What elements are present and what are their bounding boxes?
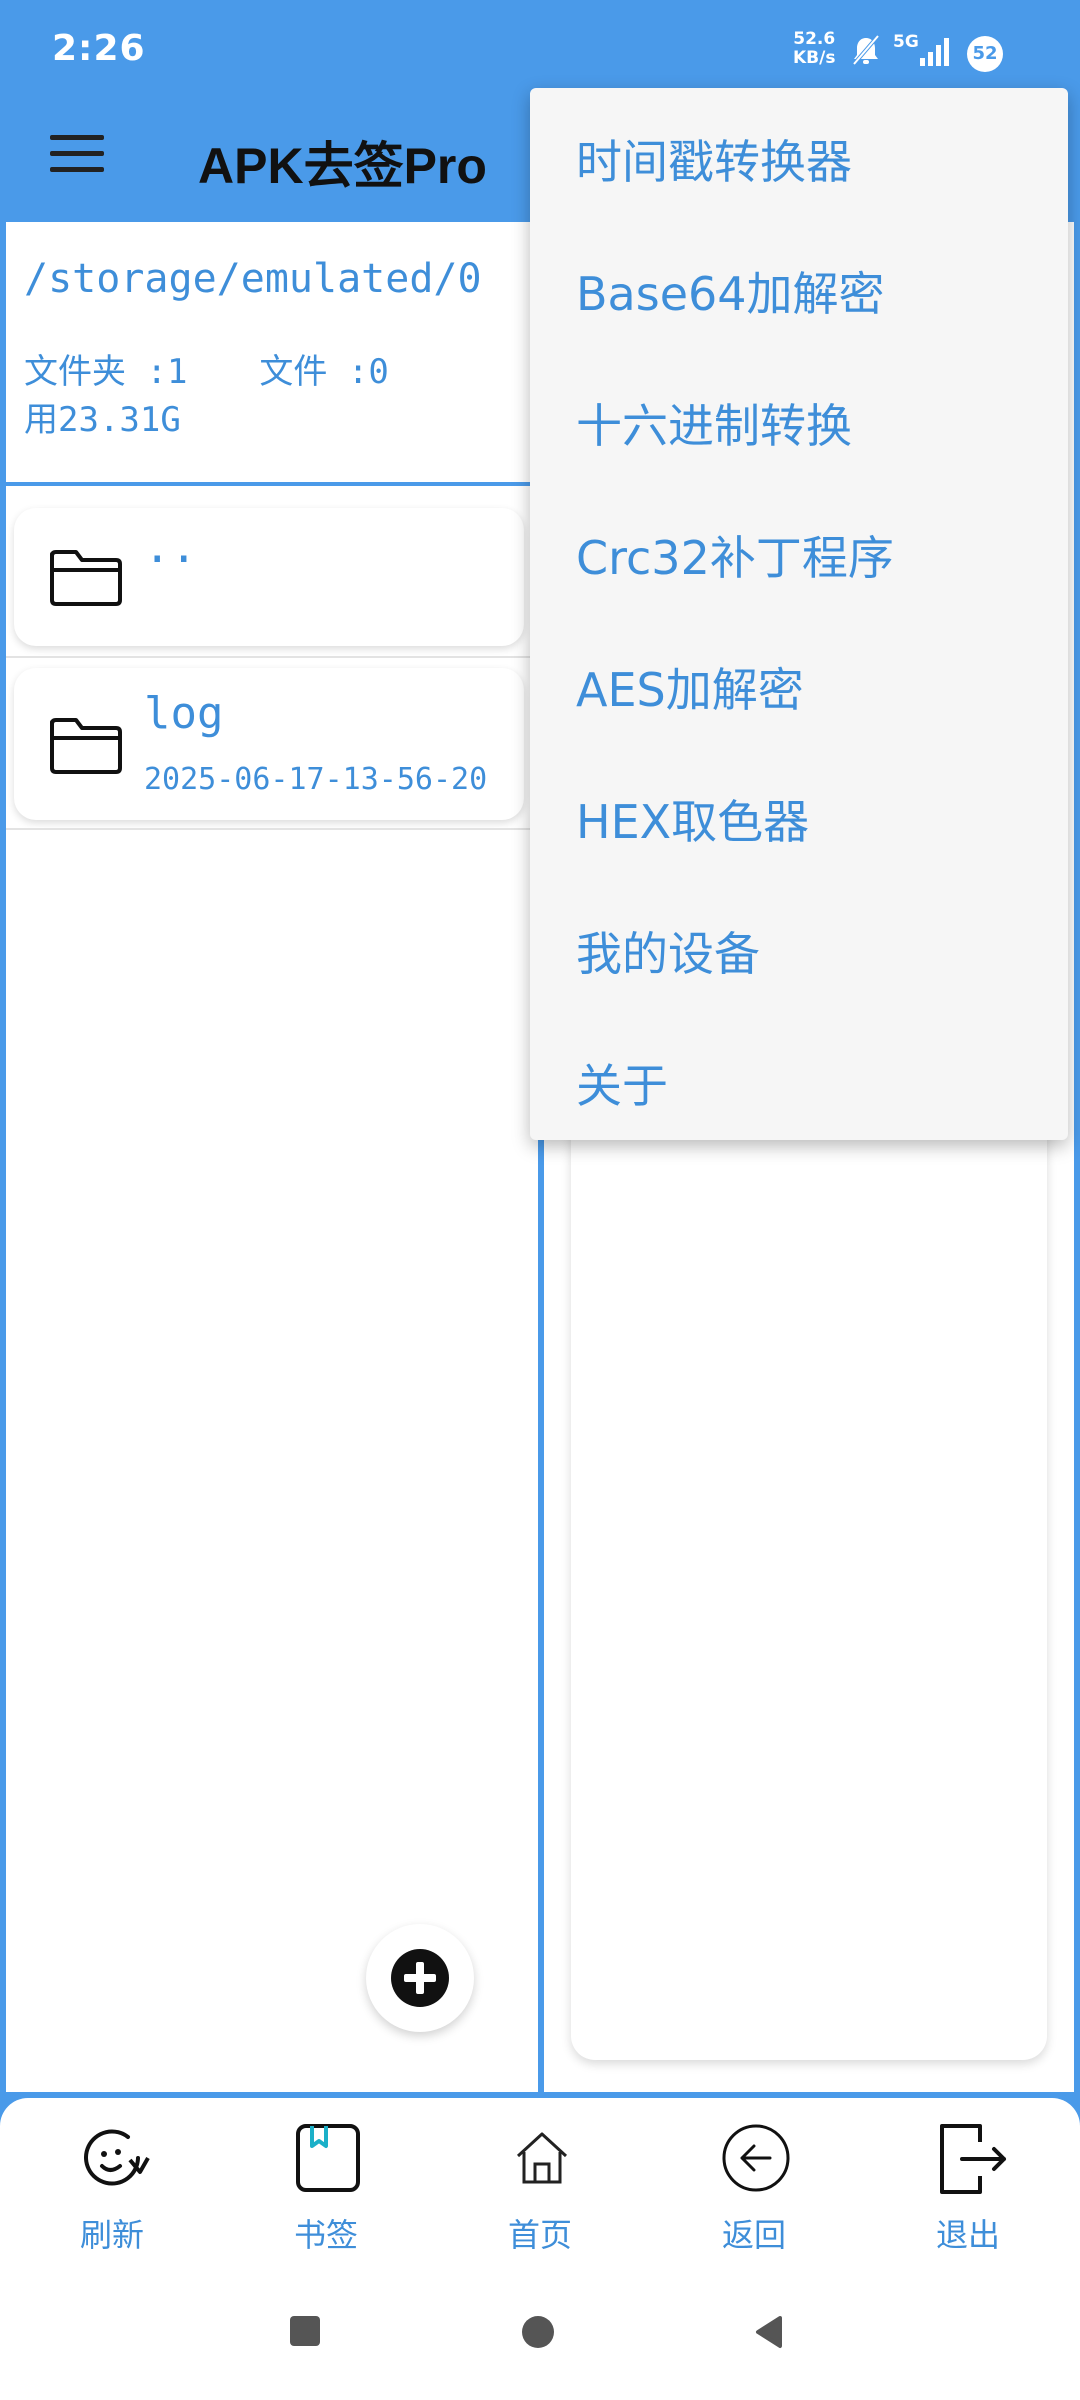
nav-home[interactable]: 首页	[440, 2098, 640, 2268]
secondary-card	[571, 1100, 1047, 2060]
nav-label: 返回	[721, 2216, 786, 2254]
recent-apps-button[interactable]	[290, 2316, 320, 2346]
nav-back[interactable]: 返回	[654, 2098, 854, 2268]
menu-item-timestamp-converter[interactable]: 时间戳转换器	[576, 126, 852, 192]
nav-bookmark[interactable]: 书签	[226, 2098, 426, 2268]
folder-count: 文件夹 :1	[24, 352, 188, 392]
network-speed: 52.6 KB/s	[793, 30, 835, 68]
menu-item-aes[interactable]: AES加解密	[576, 654, 804, 720]
nav-label: 退出	[935, 2216, 1000, 2254]
system-back-button[interactable]	[752, 2314, 786, 2350]
current-path: /storage/emulated/0	[24, 256, 482, 302]
file-count: 文件 :0	[259, 352, 389, 392]
nav-label: 首页	[507, 2216, 572, 2254]
overflow-menu: 时间戳转换器 Base64加解密 十六进制转换 Crc32补丁程序 AES加解密…	[530, 88, 1068, 1140]
nav-refresh[interactable]: 刷新	[12, 2098, 212, 2268]
list-divider	[6, 656, 538, 658]
add-icon	[391, 1949, 449, 2007]
signal-icon	[920, 38, 949, 66]
mute-bell-icon	[852, 34, 880, 66]
menu-item-base64[interactable]: Base64加解密	[576, 258, 885, 324]
refresh-icon	[84, 2129, 150, 2186]
status-clock: 2:26	[52, 28, 146, 69]
nav-label: 刷新	[79, 2216, 144, 2254]
nav-label: 书签	[293, 2216, 358, 2254]
storage-used: 用23.31G	[24, 400, 181, 440]
menu-item-crc32-patch[interactable]: Crc32补丁程序	[576, 522, 894, 588]
home-icon	[516, 2132, 568, 2184]
menu-item-hex-color-picker[interactable]: HEX取色器	[576, 786, 809, 852]
file-name: ..	[144, 522, 197, 573]
list-divider	[6, 828, 538, 830]
network-speed-value: 52.6	[793, 29, 836, 49]
folder-icon	[50, 718, 122, 774]
folder-icon	[50, 550, 122, 606]
nav-exit[interactable]: 退出	[868, 2098, 1068, 2268]
file-name: log	[144, 688, 224, 739]
item-counts: 文件夹 :1 文件 :0	[24, 344, 389, 393]
network-type: 5G	[893, 32, 919, 52]
status-bar: 2:26 52.6 KB/s 5G 52	[0, 0, 1080, 100]
exit-icon	[940, 2124, 1006, 2194]
bottom-navigation: 刷新 书签 首页 返回 退出	[0, 2098, 1080, 2268]
back-icon	[722, 2124, 790, 2192]
file-browser-panel	[6, 222, 538, 2092]
menu-item-my-device[interactable]: 我的设备	[576, 918, 760, 984]
path-header: /storage/emulated/0 文件夹 :1 文件 :0 用23.31G	[6, 222, 538, 486]
hamburger-menu-icon[interactable]	[50, 133, 104, 175]
list-item-parent-folder[interactable]: ..	[14, 508, 524, 646]
menu-item-about[interactable]: 关于	[576, 1050, 668, 1116]
menu-item-hex-convert[interactable]: 十六进制转换	[576, 390, 852, 456]
network-speed-unit: KB/s	[793, 48, 836, 68]
system-navigation-bar	[0, 2268, 1080, 2400]
app-title: APK去签Pro	[198, 138, 487, 194]
file-date: 2025-06-17-13-56-20	[144, 762, 488, 797]
bookmark-icon	[296, 2124, 360, 2192]
battery-indicator: 52	[967, 36, 1003, 72]
home-button[interactable]	[522, 2316, 554, 2348]
add-button[interactable]	[366, 1924, 474, 2032]
list-item-log-folder[interactable]: log 2025-06-17-13-56-20	[14, 668, 524, 820]
